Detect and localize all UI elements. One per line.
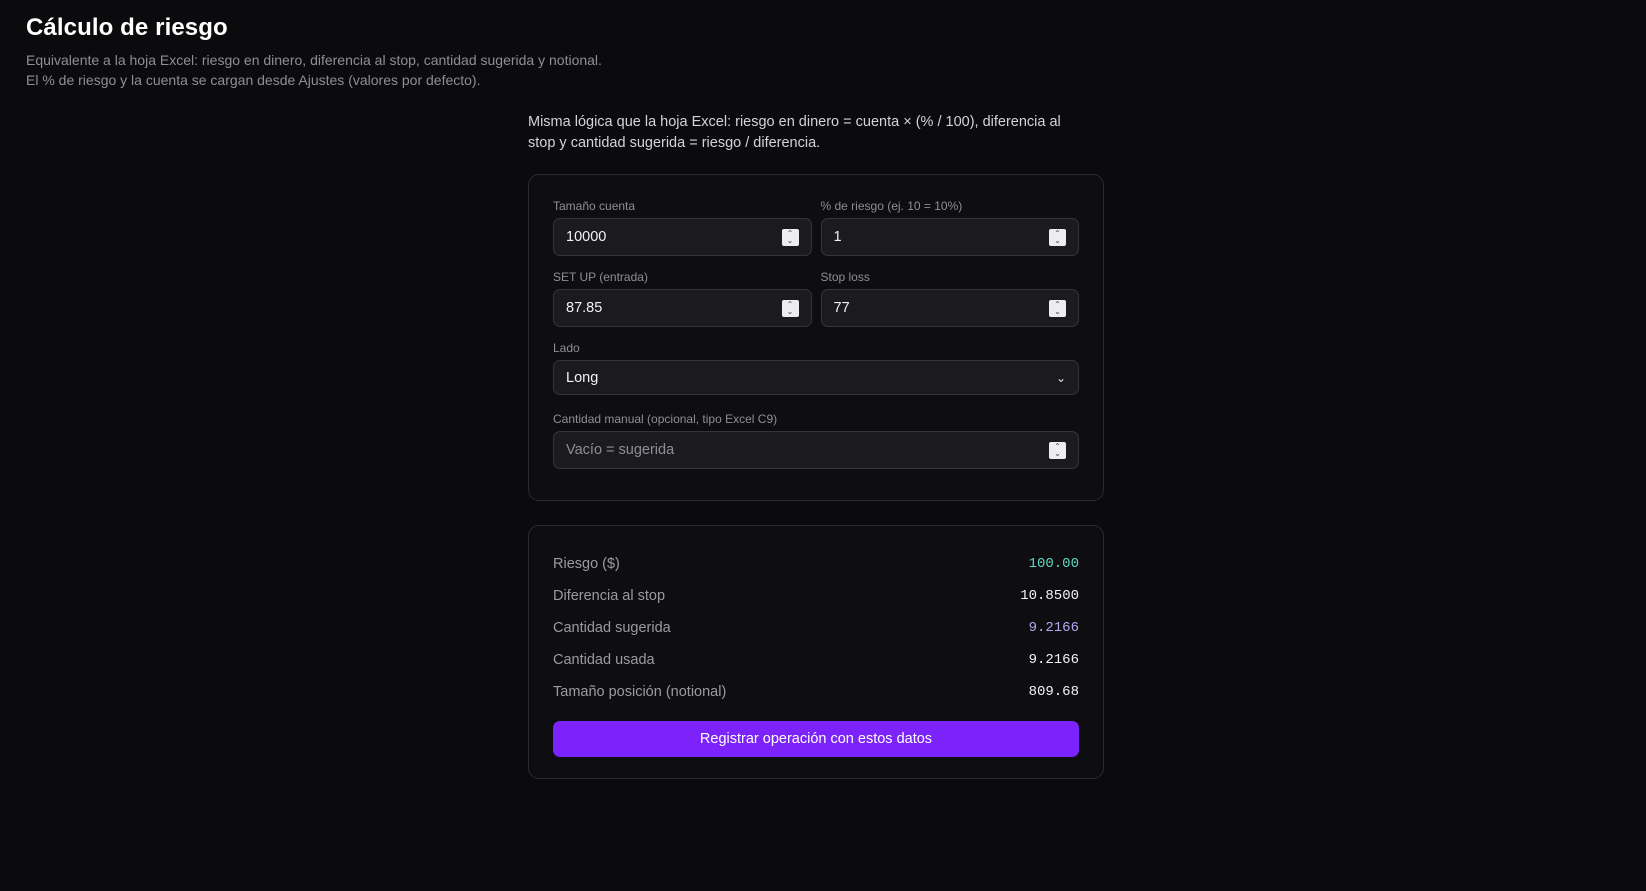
result-row-stop-diff: Diferencia al stop 10.8500 <box>553 580 1079 612</box>
page-header: Cálculo de riesgo Equivalente a la hoja … <box>26 14 626 90</box>
manual-qty-stepper-icon[interactable]: ⌃ ⌄ <box>1049 441 1066 459</box>
stop-diff-value: 10.8500 <box>1020 588 1079 604</box>
account-size-field: Tamaño cuenta 10000 ⌃ ⌄ <box>553 199 812 256</box>
notional-label: Tamaño posición (notional) <box>553 684 727 700</box>
manual-qty-field: Cantidad manual (opcional, tipo Excel C9… <box>553 412 1079 469</box>
side-select[interactable]: Long ⌄ <box>553 360 1079 395</box>
stop-loss-value: 77 <box>833 300 850 316</box>
suggested-qty-label: Cantidad sugerida <box>553 620 671 636</box>
account-size-stepper-icon[interactable]: ⌃ ⌄ <box>781 228 799 246</box>
result-row-used-qty: Cantidad usada 9.2166 <box>553 644 1079 676</box>
result-row-notional: Tamaño posición (notional) 809.68 <box>553 676 1079 708</box>
stop-loss-input[interactable]: 77 ⌃ ⌄ <box>820 289 1079 327</box>
risk-pct-field: % de riesgo (ej. 10 = 10%) 1 ⌃ ⌄ <box>820 199 1079 256</box>
risk-calculator: Misma lógica que la hoja Excel: riesgo e… <box>528 112 1104 779</box>
side-value: Long <box>566 369 599 386</box>
setup-stepper-icon[interactable]: ⌃ ⌄ <box>781 299 799 317</box>
stop-loss-field: Stop loss 77 ⌃ ⌄ <box>820 270 1079 327</box>
setup-value: 87.85 <box>566 300 603 316</box>
side-label: Lado <box>553 341 580 355</box>
chevron-down-icon: ⌄ <box>1055 370 1066 385</box>
stop-loss-label: Stop loss <box>820 270 870 284</box>
notional-value: 809.68 <box>1028 684 1079 700</box>
risk-value: 100.00 <box>1028 556 1079 572</box>
used-qty-value: 9.2166 <box>1028 652 1079 668</box>
setup-field: SET UP (entrada) 87.85 ⌃ ⌄ <box>553 270 812 327</box>
account-size-input[interactable]: 10000 ⌃ ⌄ <box>553 218 812 256</box>
risk-pct-stepper-icon[interactable]: ⌃ ⌄ <box>1049 228 1066 246</box>
result-row-risk: Riesgo ($) 100.00 <box>553 548 1079 580</box>
setup-input[interactable]: 87.85 ⌃ ⌄ <box>553 289 812 327</box>
page-subtitle: Equivalente a la hoja Excel: riesgo en d… <box>26 52 602 88</box>
input-form-card: Tamaño cuenta 10000 ⌃ ⌄ % de riesgo (ej. … <box>528 174 1104 501</box>
register-operation-button[interactable]: Registrar operación con estos datos <box>553 721 1079 757</box>
suggested-qty-value: 9.2166 <box>1028 620 1079 636</box>
side-field: Lado Long ⌄ <box>553 341 1079 395</box>
account-size-value: 10000 <box>566 229 607 245</box>
manual-qty-input[interactable]: Vacío = sugerida ⌃ ⌄ <box>553 431 1079 469</box>
page-title: Cálculo de riesgo <box>26 14 228 41</box>
used-qty-label: Cantidad usada <box>553 652 655 668</box>
setup-label: SET UP (entrada) <box>553 270 648 284</box>
stop-diff-label: Diferencia al stop <box>553 588 666 604</box>
manual-qty-label: Cantidad manual (opcional, tipo Excel C9… <box>553 412 778 426</box>
intro-text: Misma lógica que la hoja Excel: riesgo e… <box>528 114 1061 151</box>
risk-pct-input[interactable]: 1 ⌃ ⌄ <box>820 218 1079 256</box>
risk-pct-label: % de riesgo (ej. 10 = 10%) <box>820 199 963 213</box>
manual-qty-placeholder: Vacío = sugerida <box>566 442 675 458</box>
stop-loss-stepper-icon[interactable]: ⌃ ⌄ <box>1049 299 1066 317</box>
result-row-suggested-qty: Cantidad sugerida 9.2166 <box>553 612 1079 644</box>
risk-label: Riesgo ($) <box>553 556 620 572</box>
results-card: Riesgo ($) 100.00 Diferencia al stop 10.… <box>528 525 1104 779</box>
account-size-label: Tamaño cuenta <box>553 199 636 213</box>
risk-pct-value: 1 <box>833 229 842 245</box>
